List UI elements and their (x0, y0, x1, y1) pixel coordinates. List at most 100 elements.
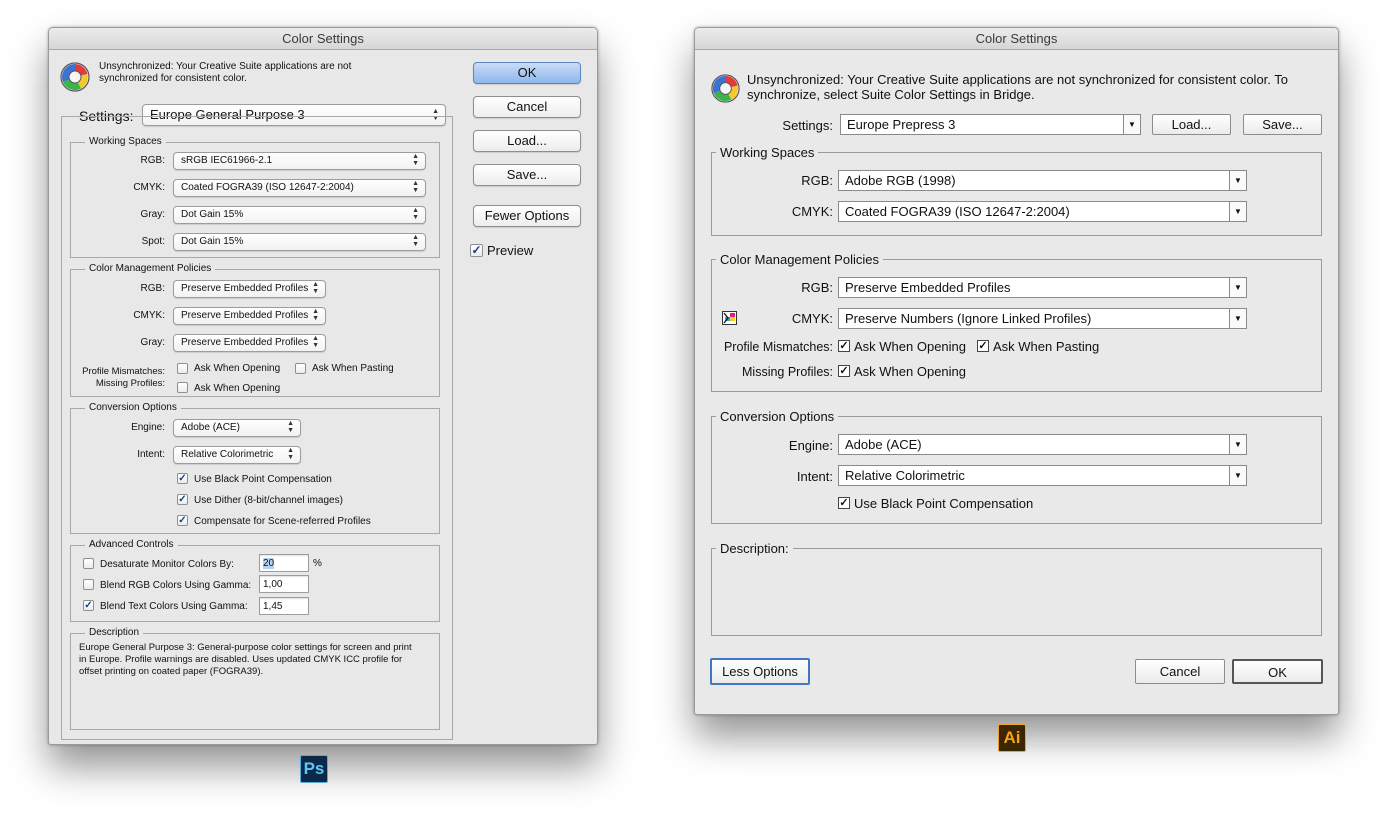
desaturate-value: 20 (263, 558, 275, 569)
dither-label: Use Dither (8-bit/channel images) (194, 495, 343, 506)
ws-rgb-select[interactable]: sRGB IEC61966-2.1 ▲ ▼ (173, 152, 426, 170)
ai-pol-cmyk-select[interactable]: Preserve Numbers (Ignore Linked Profiles… (838, 308, 1247, 329)
fewer-options-button[interactable]: Fewer Options (473, 205, 581, 227)
ai-pol-cmyk-value: Preserve Numbers (Ignore Linked Profiles… (845, 311, 1092, 326)
cancel-button[interactable]: Cancel (473, 96, 581, 118)
blend-rgb-checkbox[interactable] (83, 579, 94, 590)
ai-engine-value: Adobe (ACE) (845, 437, 922, 452)
ai-ws-rgb-select[interactable]: Adobe RGB (1998) ▼ (838, 170, 1247, 191)
pol-cmyk-value: Preserve Embedded Profiles (181, 310, 309, 321)
ai-ok-button[interactable]: OK (1232, 659, 1323, 684)
color-profile-warning-icon (722, 311, 737, 325)
blend-text-input[interactable]: 1,45 (259, 597, 309, 615)
dropdown-arrow-icon: ▼ (1229, 466, 1246, 485)
window-title: Color Settings (49, 28, 597, 50)
ws-gray-label: Gray: (140, 209, 165, 220)
desaturate-checkbox[interactable] (83, 558, 94, 569)
dither-checkbox[interactable]: ✓ (177, 494, 188, 505)
blend-text-label: Blend Text Colors Using Gamma: (100, 601, 248, 612)
pol-rgb-label: RGB: (140, 283, 165, 294)
advanced-legend: Advanced Controls (85, 539, 178, 550)
ok-button[interactable]: OK (473, 62, 581, 84)
ai-sync-message-line-1: Unsynchronized: Your Creative Suite appl… (747, 72, 1289, 87)
ws-spot-value: Dot Gain 15% (181, 236, 244, 247)
ai-ws-cmyk-value: Coated FOGRA39 (ISO 12647-2:2004) (845, 204, 1070, 219)
ai-save-button[interactable]: Save... (1243, 114, 1322, 135)
ai-pol-cmyk-label: CMYK: (791, 311, 833, 326)
ws-cmyk-select[interactable]: Coated FOGRA39 (ISO 12647-2:2004) ▲ ▼ (173, 179, 426, 197)
preview-checkbox[interactable]: ✓ (470, 244, 483, 257)
policies-legend: Color Management Policies (85, 263, 216, 274)
ai-intent-select[interactable]: Relative Colorimetric ▼ (838, 465, 1247, 486)
intent-label: Intent: (137, 449, 165, 460)
dropdown-arrow-icon: ▼ (1229, 309, 1246, 328)
profile-mismatches-label: Profile Mismatches: (82, 366, 165, 377)
illustrator-app-icon: Ai (998, 724, 1026, 752)
conversion-legend: Conversion Options (85, 402, 181, 413)
bpc-checkbox[interactable]: ✓ (177, 473, 188, 484)
ai-ws-cmyk-select[interactable]: Coated FOGRA39 (ISO 12647-2:2004) ▼ (838, 201, 1247, 222)
ai-engine-select[interactable]: Adobe (ACE) ▼ (838, 434, 1247, 455)
pol-gray-select[interactable]: Preserve Embedded Profiles ▲ ▼ (173, 334, 326, 352)
ai-ws-cmyk-label: CMYK: (791, 204, 833, 219)
ai-intent-value: Relative Colorimetric (845, 468, 965, 483)
load-button[interactable]: Load... (473, 130, 581, 152)
dropdown-arrow-icon: ▼ (1229, 202, 1246, 221)
photoshop-color-settings-window: Color Settings Unsynchronized: Your Crea… (48, 27, 598, 745)
engine-select[interactable]: Adobe (ACE) ▲ ▼ (173, 419, 301, 437)
pol-rgb-select[interactable]: Preserve Embedded Profiles ▲ ▼ (173, 280, 326, 298)
desaturate-input[interactable]: 20 (259, 554, 309, 572)
ai-window-title: Color Settings (695, 28, 1338, 50)
ai-color-sync-icon (711, 74, 740, 103)
ai-missing-ask-opening-checkbox[interactable]: ✓ (838, 365, 850, 377)
blend-rgb-value: 1,00 (263, 579, 283, 590)
ws-gray-select[interactable]: Dot Gain 15% ▲ ▼ (173, 206, 426, 224)
ai-bpc-checkbox[interactable]: ✓ (838, 497, 850, 509)
ai-profile-mismatches-label: Profile Mismatches: (723, 340, 833, 354)
blend-rgb-input[interactable]: 1,00 (259, 575, 309, 593)
ai-ws-rgb-label: RGB: (801, 173, 833, 188)
missing-ask-opening-label: Ask When Opening (194, 383, 281, 394)
dropdown-arrow-icon: ▼ (1229, 278, 1246, 297)
sync-message-line-2: synchronized for consistent color. (99, 73, 247, 84)
ai-cancel-button[interactable]: Cancel (1135, 659, 1225, 684)
pol-cmyk-select[interactable]: Preserve Embedded Profiles ▲ ▼ (173, 307, 326, 325)
color-sync-icon (60, 62, 90, 92)
ai-intent-label: Intent: (796, 469, 833, 484)
ai-description-group (711, 548, 1322, 636)
scene-referred-checkbox[interactable]: ✓ (177, 515, 188, 526)
ai-bpc-label: Use Black Point Compensation (854, 496, 1034, 511)
intent-select[interactable]: Relative Colorimetric ▲ ▼ (173, 446, 301, 464)
ai-pol-rgb-value: Preserve Embedded Profiles (845, 280, 1011, 295)
ai-load-button[interactable]: Load... (1152, 114, 1231, 135)
dropdown-arrow-icon: ▼ (1229, 435, 1246, 454)
ai-mismatch-ask-opening-checkbox[interactable]: ✓ (838, 340, 850, 352)
ai-engine-label: Engine: (788, 438, 833, 453)
missing-ask-opening-checkbox[interactable] (177, 382, 188, 393)
mismatch-ask-opening-label: Ask When Opening (194, 363, 281, 374)
ai-pol-rgb-select[interactable]: Preserve Embedded Profiles ▼ (838, 277, 1247, 298)
ws-cmyk-value: Coated FOGRA39 (ISO 12647-2:2004) (181, 182, 354, 193)
mismatch-ask-opening-checkbox[interactable] (177, 363, 188, 374)
ws-spot-label: Spot: (141, 236, 165, 247)
pol-gray-label: Gray: (140, 337, 165, 348)
mismatch-ask-pasting-checkbox[interactable] (295, 363, 306, 374)
ai-mismatch-ask-pasting-checkbox[interactable]: ✓ (977, 340, 989, 352)
pol-rgb-value: Preserve Embedded Profiles (181, 283, 309, 294)
illustrator-color-settings-window: Color Settings Unsynchronized: Your Crea… (694, 27, 1339, 715)
ai-policies-legend: Color Management Policies (716, 252, 883, 267)
blend-rgb-label: Blend RGB Colors Using Gamma: (100, 580, 252, 591)
save-button[interactable]: Save... (473, 164, 581, 186)
photoshop-app-icon: Ps (300, 755, 328, 783)
ai-pol-rgb-label: RGB: (801, 280, 833, 295)
ai-settings-select[interactable]: Europe Prepress 3 ▼ (840, 114, 1141, 135)
blend-text-checkbox[interactable]: ✓ (83, 600, 94, 611)
ws-rgb-label: RGB: (140, 155, 165, 166)
desaturate-label: Desaturate Monitor Colors By: (100, 559, 234, 570)
description-line-1: Europe General Purpose 3: General-purpos… (79, 642, 412, 653)
ws-spot-select[interactable]: Dot Gain 15% ▲ ▼ (173, 233, 426, 251)
less-options-button[interactable]: Less Options (710, 658, 810, 685)
pol-cmyk-label: CMYK: (133, 310, 165, 321)
ai-settings-value: Europe Prepress 3 (847, 117, 956, 132)
ai-mismatch-ask-opening-label: Ask When Opening (854, 339, 967, 354)
